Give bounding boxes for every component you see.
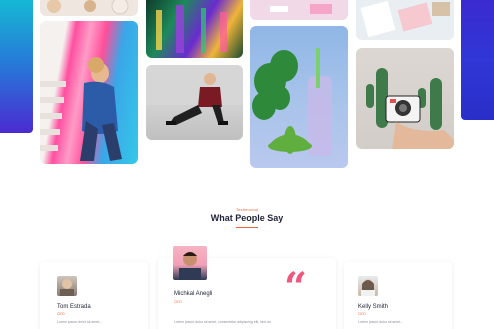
testimonial-text: Lorem ipsum dolor sit amet, consectetur … [174, 320, 271, 324]
avatar [173, 246, 207, 280]
gallery-tile-stairs[interactable] [40, 21, 138, 164]
testimonial-name: Michkal Anegli [174, 291, 213, 297]
right-accent-bar [461, 0, 494, 120]
gallery-tile-flatlay[interactable] [356, 0, 454, 40]
testimonial-role: CEO [174, 300, 182, 304]
gallery-tile-plant[interactable] [250, 26, 348, 168]
gallery-tile-sitting-man[interactable] [146, 65, 243, 140]
testimonial-role: CEO [358, 312, 366, 316]
section-kicker: Testimonial [235, 207, 259, 212]
gallery-tile-neon[interactable] [146, 0, 243, 58]
avatar [358, 276, 378, 296]
title-underline [236, 227, 258, 228]
quote-icon: “ [284, 264, 308, 311]
gallery-tile-desk[interactable] [250, 0, 348, 20]
testimonial-card-tom [40, 262, 148, 329]
testimonial-name: Tom Estrada [57, 304, 91, 310]
testimonial-name: Kelly Smith [358, 304, 389, 310]
testimonial-text: Lorem ipsum dolor sit amet... [358, 320, 404, 324]
testimonial-role: CEO [57, 312, 65, 316]
testimonial-text: Lorem ipsum dolor sit amet... [57, 320, 103, 324]
gallery-tile-food[interactable] [40, 0, 138, 16]
gallery-tile-cactus[interactable] [356, 48, 454, 149]
section-title: What People Say [210, 213, 284, 223]
avatar [57, 276, 77, 296]
left-accent-bar [0, 0, 33, 133]
